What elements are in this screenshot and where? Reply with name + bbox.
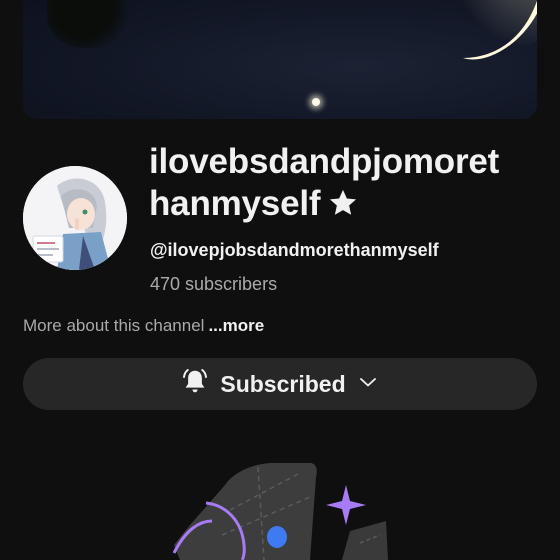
avatar-illustration xyxy=(23,166,127,270)
subscribed-button[interactable]: Subscribed xyxy=(23,358,537,410)
channel-page: ilovebsdandpjomoret hanmyself @ilovepjob… xyxy=(0,0,560,560)
channel-name-line-1: ilovebsdandpjomoret xyxy=(149,142,500,181)
channel-name-line-2: hanmyself xyxy=(149,184,321,223)
star-icon xyxy=(326,187,360,229)
empty-state-illustration xyxy=(172,463,388,560)
banner-moon xyxy=(441,0,537,60)
chevron-down-icon xyxy=(356,370,380,399)
bell-ringing-icon xyxy=(180,367,210,402)
more-link[interactable]: ...more xyxy=(208,316,264,335)
channel-avatar[interactable] xyxy=(23,166,127,270)
channel-about[interactable]: More about this channel ...more xyxy=(23,316,264,336)
banner-star xyxy=(312,98,320,106)
banner-tree-silhouette xyxy=(47,0,137,48)
about-text: More about this channel xyxy=(23,316,205,335)
channel-banner[interactable] xyxy=(23,0,537,119)
subscriber-count: 470 subscribers xyxy=(150,274,278,294)
channel-handle[interactable]: @ilovepjobsdandmorethanmyself xyxy=(150,240,439,261)
channel-name: ilovebsdandpjomoret hanmyself xyxy=(149,141,539,229)
subscribed-label: Subscribed xyxy=(220,370,346,397)
